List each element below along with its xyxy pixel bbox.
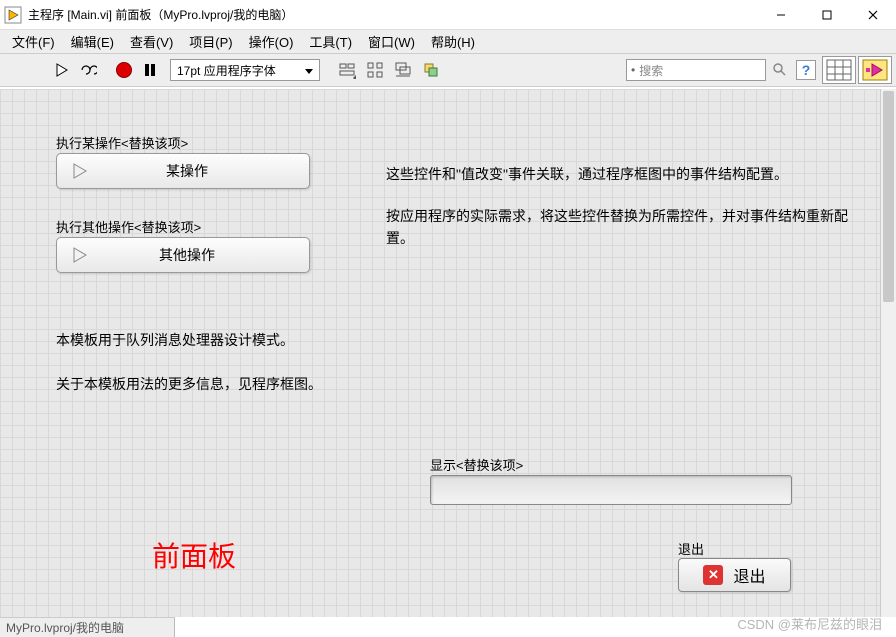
label-action2: 执行其他操作<替换该项> (56, 217, 201, 236)
menu-window[interactable]: 窗口(W) (360, 30, 423, 53)
menu-project[interactable]: 项目(P) (181, 30, 240, 53)
menu-operate[interactable]: 操作(O) (241, 30, 302, 53)
menu-bar: 文件(F) 编辑(E) 查看(V) 项目(P) 操作(O) 工具(T) 窗口(W… (0, 30, 896, 54)
title-bar: 主程序 [Main.vi] 前面板（MyPro.lvproj/我的电脑） (0, 0, 896, 30)
project-tab[interactable]: MyPro.lvproj/我的电脑 (0, 617, 175, 637)
info-text-1: 这些控件和"值改变"事件关联，通过程序框图中的事件结构配置。 (386, 163, 852, 185)
minimize-button[interactable] (758, 0, 804, 30)
menu-file[interactable]: 文件(F) (4, 30, 63, 53)
info-text-3: 本模板用于队列消息处理器设计模式。 (56, 329, 376, 351)
menu-help[interactable]: 帮助(H) (423, 30, 483, 53)
window-controls (758, 0, 896, 30)
align-objects-button[interactable] (336, 59, 358, 81)
menu-view[interactable]: 查看(V) (122, 30, 181, 53)
reorder-button[interactable] (420, 59, 442, 81)
vertical-scrollbar[interactable] (880, 89, 896, 617)
info-text-2: 按应用程序的实际需求，将这些控件替换为所需控件，并对事件结构重新配置。 (386, 205, 852, 250)
action1-button[interactable]: 某操作 (56, 153, 310, 189)
exit-label: 退出 (678, 539, 704, 558)
exit-button[interactable]: ✕ 退出 (678, 558, 791, 592)
action2-button[interactable]: 其他操作 (56, 237, 310, 273)
info-text-4: 关于本模板用法的更多信息，见程序框图。 (56, 373, 376, 395)
abort-button[interactable] (112, 58, 136, 82)
close-button[interactable] (850, 0, 896, 30)
font-label: 17pt 应用程序字体 (177, 62, 276, 79)
menu-tools[interactable]: 工具(T) (301, 30, 360, 53)
label-action1: 执行某操作<替换该项> (56, 133, 188, 152)
font-selector[interactable]: 17pt 应用程序字体 (170, 59, 320, 81)
play-icon (71, 162, 89, 180)
distribute-objects-button[interactable] (364, 59, 386, 81)
annotation-text: 前面板 (152, 535, 236, 575)
resize-objects-button[interactable] (392, 59, 414, 81)
context-help-button[interactable]: ? (796, 60, 816, 80)
display-label: 显示<替换该项> (430, 455, 523, 474)
run-button[interactable] (50, 58, 74, 82)
watermark-text: CSDN @莱布尼兹的眼泪 (737, 614, 882, 633)
window-title: 主程序 [Main.vi] 前面板（MyPro.lvproj/我的电脑） (28, 6, 758, 23)
run-continuously-button[interactable] (76, 58, 100, 82)
pause-button[interactable] (138, 58, 162, 82)
search-icon[interactable] (770, 60, 790, 80)
close-icon: ✕ (703, 565, 723, 585)
exit-button-label: 退出 (733, 563, 765, 587)
scrollbar-thumb[interactable] (883, 91, 894, 302)
vi-connector-icon[interactable] (858, 56, 892, 84)
vi-icon-editor[interactable] (822, 56, 856, 84)
app-icon (4, 6, 22, 24)
action1-button-label: 某操作 (89, 161, 309, 181)
display-indicator (430, 475, 792, 505)
maximize-button[interactable] (804, 0, 850, 30)
play-icon (71, 246, 89, 264)
menu-edit[interactable]: 编辑(E) (63, 30, 122, 53)
search-input[interactable]: •搜索 (626, 59, 766, 81)
front-panel-canvas[interactable]: 执行某操作<替换该项> 某操作 执行其他操作<替换该项> 其他操作 这些控件和"… (0, 89, 896, 617)
search-placeholder: 搜索 (639, 62, 663, 79)
toolbar: 17pt 应用程序字体 •搜索 ? (0, 54, 896, 87)
action2-button-label: 其他操作 (89, 245, 309, 265)
